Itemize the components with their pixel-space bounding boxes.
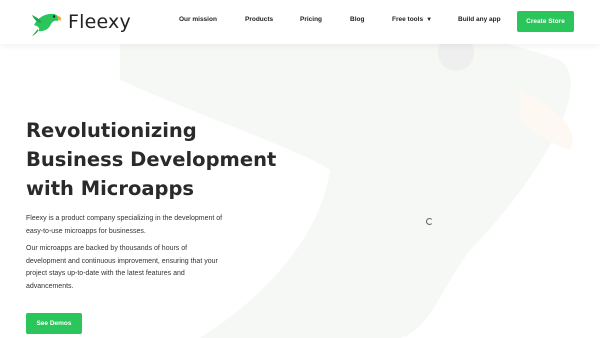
nav-pricing[interactable]: Pricing <box>300 16 322 23</box>
hero-description-secondary: Our microapps are backed by thousands of… <box>26 245 218 290</box>
loading-spinner-icon <box>426 218 433 225</box>
create-store-button[interactable]: Create Store <box>517 11 574 32</box>
top-navigation-bar: Fleexy Our mission Products Pricing Blog… <box>0 0 600 44</box>
hero-section: Revolutionizing Business Development wit… <box>26 116 286 203</box>
nav-free-tools-label: Free tools <box>392 16 424 23</box>
caret-down-icon: ▼ <box>426 17 433 23</box>
nav-blog[interactable]: Blog <box>350 16 364 23</box>
nav-free-tools[interactable]: Free tools ▼ <box>392 16 432 23</box>
parrot-icon <box>32 13 61 36</box>
hero-title-line: Business Development <box>26 148 277 171</box>
hero-title: Revolutionizing Business Development wit… <box>26 116 286 203</box>
hero-title-line: Revolutionizing <box>26 119 197 142</box>
see-demos-button[interactable]: See Demos <box>26 313 82 334</box>
nav-our-mission[interactable]: Our mission <box>179 16 217 23</box>
brand-logo[interactable]: Fleexy <box>30 7 131 37</box>
hero-description: Fleexy is a product company specializing… <box>26 215 223 235</box>
hero-title-line: with Microapps <box>26 177 195 200</box>
nav-products[interactable]: Products <box>245 16 273 23</box>
brand-name: Fleexy <box>68 11 131 33</box>
nav-build-any-app[interactable]: Build any app <box>458 16 501 23</box>
